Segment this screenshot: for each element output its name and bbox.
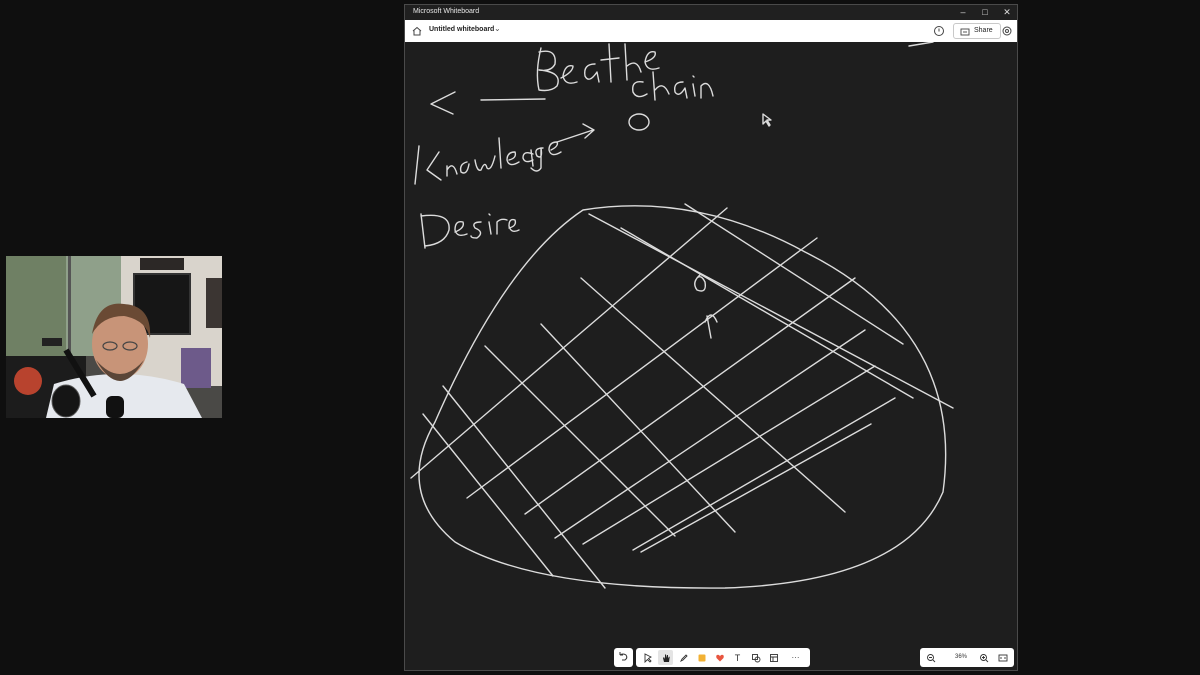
maximize-button[interactable]: □ — [975, 6, 995, 19]
gear-icon — [1002, 26, 1012, 36]
whiteboard-canvas[interactable] — [405, 42, 1017, 670]
shapes-icon — [751, 653, 760, 662]
ink-desire — [420, 213, 520, 249]
zoom-out-button[interactable] — [923, 650, 938, 665]
more-options-button[interactable]: ··· — [788, 650, 803, 665]
ink-grid-lines — [410, 203, 954, 589]
shapes-button[interactable] — [748, 650, 763, 665]
fit-to-screen-button[interactable] — [995, 650, 1010, 665]
webcam-video — [6, 256, 222, 418]
templates-icon — [769, 653, 778, 662]
select-icon — [644, 652, 652, 663]
zoom-in-icon — [979, 653, 988, 662]
ink-knowledge-arrow — [414, 113, 650, 185]
share-icon — [960, 28, 970, 36]
chevron-down-icon[interactable]: ⌄ — [494, 24, 501, 33]
activity-button[interactable] — [931, 23, 947, 39]
zoom-controls: 36% — [920, 648, 1014, 667]
text-tool-button[interactable]: T — [730, 650, 745, 665]
share-button[interactable]: Share — [953, 23, 1001, 39]
ink-corner-stroke — [908, 42, 934, 47]
home-button[interactable] — [409, 23, 425, 39]
ink-small-marks — [694, 273, 718, 339]
hand-pan-tool-button[interactable] — [658, 650, 673, 665]
templates-button[interactable] — [766, 650, 781, 665]
fit-screen-icon — [998, 654, 1007, 661]
cursor-icon — [762, 113, 772, 127]
share-label: Share — [974, 27, 993, 34]
undo-icon — [619, 652, 628, 661]
ink-beat-the-chain — [430, 43, 714, 115]
hand-pan-icon — [662, 654, 670, 662]
undo-button[interactable] — [614, 648, 633, 667]
zoom-level[interactable]: 36% — [950, 654, 972, 660]
zoom-in-button[interactable] — [976, 650, 991, 665]
settings-button[interactable] — [1000, 23, 1014, 39]
reaction-heart-icon — [715, 654, 724, 661]
app-header: Untitled whiteboard ⌄ Share — [405, 20, 1017, 42]
minimize-button[interactable]: – — [953, 6, 973, 19]
window-titlebar[interactable]: Microsoft Whiteboard – □ ✕ — [405, 5, 1017, 20]
pen-tool-button[interactable] — [676, 650, 691, 665]
activity-icon — [934, 26, 944, 36]
pen-icon — [679, 653, 688, 662]
ink-drawing — [410, 42, 954, 589]
board-title[interactable]: Untitled whiteboard — [429, 26, 494, 33]
sticky-note-icon — [698, 654, 705, 661]
reactions-button[interactable] — [712, 650, 727, 665]
select-tool-button[interactable] — [640, 650, 655, 665]
window-title: Microsoft Whiteboard — [413, 8, 480, 15]
home-icon — [412, 26, 422, 36]
sticky-note-button[interactable] — [694, 650, 709, 665]
close-button[interactable]: ✕ — [997, 6, 1017, 19]
zoom-out-icon — [926, 653, 935, 662]
ink-toolbar: T ··· — [636, 648, 810, 667]
whiteboard-window: Microsoft Whiteboard – □ ✕ Untitled whit… — [404, 4, 1018, 671]
